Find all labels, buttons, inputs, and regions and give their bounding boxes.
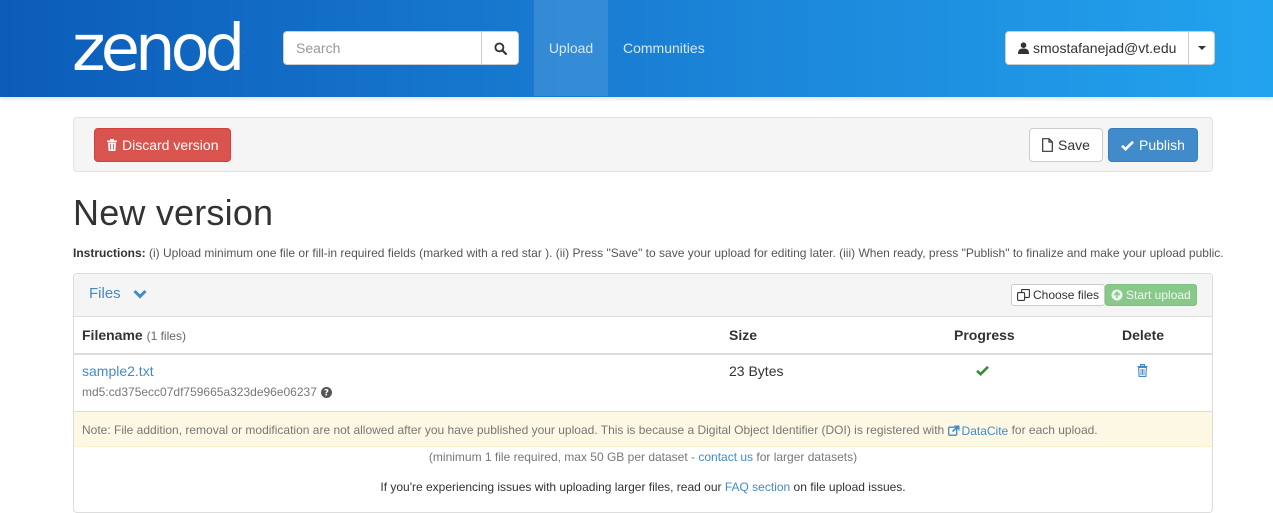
column-header-filename: Filename (1 files) [82, 327, 186, 343]
file-limits-text: (minimum 1 file required, max 50 GB per … [74, 450, 1212, 464]
file-size: 23 Bytes [729, 363, 784, 379]
file-name-link[interactable]: sample2.txt [82, 363, 154, 379]
column-header-progress: Progress [954, 327, 1015, 343]
faq-text-after: on file upload issues. [790, 480, 906, 494]
nav-communities[interactable]: Communities [608, 0, 720, 96]
user-icon [1018, 42, 1029, 54]
column-header-size: Size [729, 327, 758, 343]
publish-button[interactable]: Publish [1108, 128, 1198, 162]
instructions: Instructions: (i) Upload minimum one fil… [73, 246, 1224, 260]
instructions-label: Instructions: [73, 246, 146, 260]
top-navbar: zenodo Upload Communities smostafanejad@… [0, 0, 1273, 97]
faq-section-link[interactable]: FAQ section [725, 480, 790, 494]
file-count: (1 files) [146, 329, 186, 343]
datacite-label: DataCite [961, 423, 1009, 438]
file-checksum: md5:cd375ecc07df759665a323de96e06237 ? [82, 385, 332, 399]
nav-upload[interactable]: Upload [534, 0, 608, 96]
search-form [283, 31, 519, 65]
save-button[interactable]: Save [1029, 128, 1103, 162]
files-heading: Files [89, 285, 121, 302]
choose-files-label: Choose files [1033, 288, 1100, 302]
discard-version-button[interactable]: Discard version [94, 128, 232, 162]
chevron-down-icon [133, 289, 147, 299]
deposit-action-bar: Discard version Save Publish [73, 117, 1213, 172]
limits-text-before: (minimum 1 file required, max 50 GB per … [428, 450, 699, 464]
files-collapse-toggle[interactable]: Files [89, 285, 147, 302]
save-label: Save [1058, 137, 1090, 153]
column-header-delete: Delete [1122, 327, 1165, 343]
contact-us-link[interactable]: contact us [698, 450, 753, 464]
user-menu: smostafanejad@vt.edu [1005, 31, 1216, 65]
trash-icon [107, 139, 117, 151]
limits-text-after: for larger datasets) [753, 450, 858, 464]
publish-label: Publish [1139, 137, 1185, 153]
choose-files-button[interactable]: Choose files [1011, 284, 1106, 306]
question-circle-icon[interactable]: ? [320, 386, 332, 398]
search-icon [493, 41, 507, 55]
start-upload-button[interactable]: Start upload [1105, 284, 1197, 306]
logo-text: zenodo [72, 14, 244, 74]
user-account-button[interactable]: smostafanejad@vt.edu [1005, 31, 1190, 65]
note-text-after: for each upload. [1008, 423, 1098, 437]
checksum-text: md5:cd375ecc07df759665a323de96e06237 [82, 385, 317, 399]
check-icon [1121, 140, 1134, 151]
faq-text-before: If you're experiencing issues with uploa… [380, 480, 725, 494]
discard-version-label: Discard version [122, 137, 219, 153]
faq-help-text: If you're experiencing issues with uploa… [74, 480, 1212, 494]
search-input[interactable] [283, 31, 481, 65]
copy-icon [1017, 289, 1030, 301]
instructions-text: (i) Upload minimum one file or fill-in r… [145, 246, 1224, 260]
external-link-icon [947, 425, 960, 437]
trash-icon[interactable] [1137, 364, 1148, 377]
datacite-link[interactable]: DataCite [947, 423, 1009, 438]
file-icon [1042, 138, 1053, 152]
start-upload-label: Start upload [1126, 288, 1191, 302]
user-dropdown-toggle[interactable] [1189, 31, 1216, 65]
filename-header-label: Filename [82, 327, 143, 343]
svg-text:?: ? [324, 388, 329, 397]
files-panel: Files Choose files Start upload Filename… [73, 273, 1213, 513]
user-email: smostafanejad@vt.edu [1033, 40, 1177, 56]
zenodo-logo[interactable]: zenodo [72, 14, 244, 74]
caret-down-icon [1197, 46, 1206, 50]
search-button[interactable] [481, 31, 519, 65]
table-header-divider [74, 353, 1212, 355]
upload-circle-icon [1111, 289, 1123, 301]
check-icon [976, 365, 989, 376]
doi-warning-note: Note: File addition, removal or modifica… [74, 411, 1212, 447]
page-title: New version [73, 192, 274, 233]
note-text-before: Note: File addition, removal or modifica… [82, 423, 948, 437]
files-panel-heading: Files Choose files Start upload [74, 274, 1212, 317]
